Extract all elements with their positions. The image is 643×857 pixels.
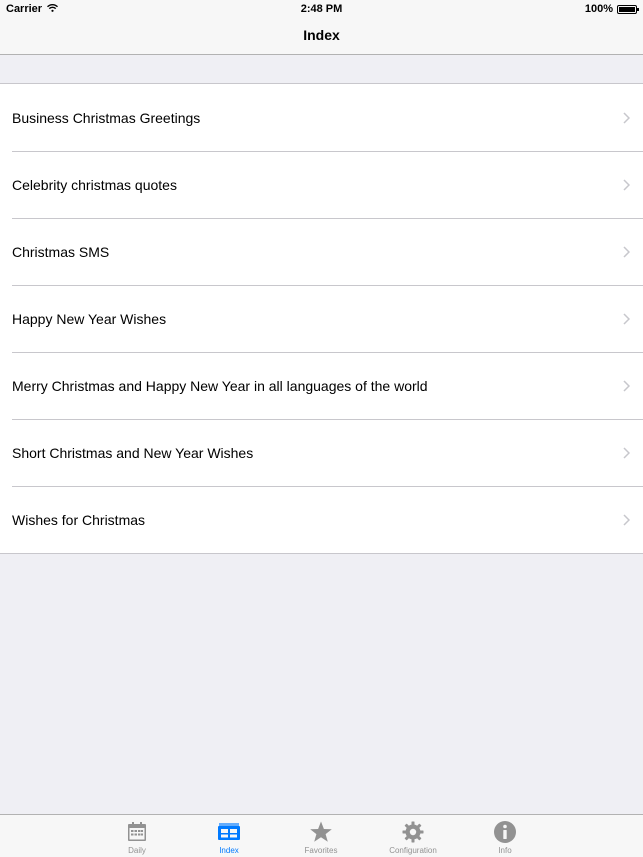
chevron-right-icon — [623, 178, 631, 196]
tab-bar: Daily Index Favorites Configuration Info — [0, 814, 643, 857]
list-item-label: Short Christmas and New Year Wishes — [12, 444, 254, 461]
list-item[interactable]: Happy New Year Wishes — [0, 285, 643, 352]
list-item[interactable]: Wishes for Christmas — [0, 486, 643, 553]
list-item-label: Wishes for Christmas — [12, 511, 146, 528]
battery-indicator: 100% — [584, 3, 639, 15]
list-item[interactable]: Short Christmas and New Year Wishes — [0, 419, 643, 486]
tab-configuration[interactable]: Configuration — [378, 815, 448, 857]
list-item-label: Celebrity christmas quotes — [12, 176, 177, 193]
star-icon — [309, 820, 333, 844]
chevron-right-icon — [623, 379, 631, 397]
battery-icon — [617, 4, 639, 14]
index-list: Business Christmas Greetings Celebrity c… — [0, 83, 643, 554]
battery-percent: 100% — [584, 3, 613, 15]
tab-label: Favorites — [304, 846, 338, 855]
list-item[interactable]: Merry Christmas and Happy New Year in al… — [0, 352, 643, 419]
info-icon — [493, 820, 517, 844]
page-title: Index — [303, 27, 340, 43]
status-bar: Carrier 2:48 PM 100% — [0, 0, 643, 20]
calendar-icon — [125, 820, 149, 844]
tab-favorites[interactable]: Favorites — [286, 815, 356, 857]
list-item-label: Merry Christmas and Happy New Year in al… — [12, 377, 428, 394]
chevron-right-icon — [623, 446, 631, 464]
list-item[interactable]: Business Christmas Greetings — [0, 84, 643, 151]
tab-label: Configuration — [389, 846, 437, 855]
clock: 2:48 PM — [300, 3, 343, 15]
index-icon — [217, 820, 241, 844]
tab-index[interactable]: Index — [194, 815, 264, 857]
list-item[interactable]: Celebrity christmas quotes — [0, 151, 643, 218]
navigation-bar: Index — [0, 20, 643, 55]
list-item-label: Christmas SMS — [12, 243, 110, 260]
list-item[interactable]: Christmas SMS — [0, 218, 643, 285]
tab-label: Index — [219, 846, 239, 855]
tab-info[interactable]: Info — [470, 815, 540, 857]
list-item-label: Business Christmas Greetings — [12, 109, 201, 126]
tab-daily[interactable]: Daily — [102, 815, 172, 857]
chevron-right-icon — [623, 312, 631, 330]
chevron-right-icon — [623, 245, 631, 263]
tab-label: Daily — [128, 846, 146, 855]
chevron-right-icon — [623, 513, 631, 531]
list-item-label: Happy New Year Wishes — [12, 310, 167, 327]
gear-icon — [401, 820, 425, 844]
tab-label: Info — [498, 846, 512, 855]
chevron-right-icon — [623, 111, 631, 129]
